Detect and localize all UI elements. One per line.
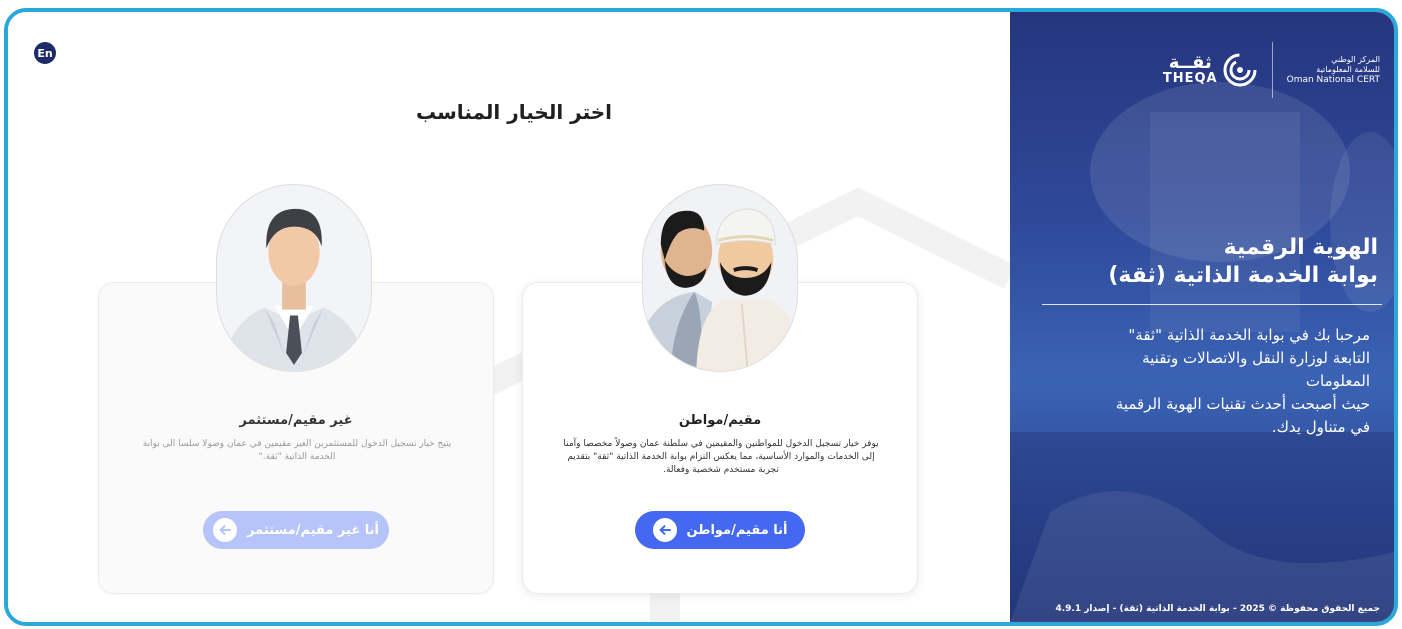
non-resident-card-title: غير مقيم/مستثمر xyxy=(239,413,353,428)
cert-logo-text: المركز الوطني للسلامة المعلوماتية Oman N… xyxy=(1287,55,1380,85)
cert-arabic-line-1: المركز الوطني xyxy=(1331,55,1380,64)
copyright-footer: جميع الحقوق محفوظة © 2025 - بوابة الخدمة… xyxy=(1055,604,1380,614)
cert-english-name: Oman National CERT xyxy=(1286,75,1380,85)
resident-login-button[interactable]: أنا مقيم/مواطن xyxy=(635,511,805,549)
theqa-logo: ثقــة THEQA xyxy=(1163,52,1258,88)
non-resident-card-description: يتيح خيار تسجيل الدخول للمستثمرين الغير … xyxy=(142,439,452,462)
language-toggle-button[interactable]: En xyxy=(34,42,56,64)
theqa-logo-icon xyxy=(1223,53,1257,87)
resident-card-description: يوفر خيار تسجيل الدخول للمواطنين والمقيم… xyxy=(563,439,879,475)
hero-description: مرحبا بك في بوابة الخدمة الذاتية "ثقة" ا… xyxy=(1040,324,1370,439)
hero-divider xyxy=(1042,304,1382,305)
arrow-left-icon xyxy=(652,518,677,542)
hero-desc-line-5: في متناول يدك. xyxy=(1271,418,1370,436)
theqa-logo-arabic: ثقــة xyxy=(1168,52,1212,73)
palace-background-image xyxy=(1010,82,1394,622)
resident-card-title: مقيم/مواطن xyxy=(678,413,762,428)
cert-arabic-line-2: للسلامة المعلوماتية xyxy=(1316,65,1380,74)
hero-desc-line-1: مرحبا بك في بوابة الخدمة الذاتية "ثقة" xyxy=(1128,326,1370,344)
hero-desc-line-3: المعلومات xyxy=(1305,372,1370,390)
resident-login-button-label: أنا مقيم/مواطن xyxy=(686,522,788,538)
logo-row: ثقــة THEQA المركز الوطني للسلامة المعلو… xyxy=(1163,42,1380,98)
main-panel: En اختر الخيار المناسب مقيم/مواطن يوفر خ… xyxy=(8,12,1010,622)
non-resident-login-button[interactable]: أنا غير مقيم/مستثمر xyxy=(203,511,389,549)
hero-title-line-1: الهوية الرقمية xyxy=(1223,235,1378,260)
hero-title-line-2: بوابة الخدمة الذاتية (ثقة) xyxy=(1108,263,1378,288)
logo-divider xyxy=(1271,42,1273,98)
hero-desc-line-4: حيث أصبحت أحدث تقنيات الهوية الرقمية xyxy=(1115,395,1370,413)
sidebar-panel: ثقــة THEQA المركز الوطني للسلامة المعلو… xyxy=(1010,12,1394,622)
hero-desc-line-2: التابعة لوزارة النقل والاتصالات وتقنية xyxy=(1142,349,1370,367)
page-title: اختر الخيار المناسب xyxy=(415,100,613,124)
arrow-left-icon xyxy=(213,518,238,542)
hero-title: الهوية الرقمية بوابة الخدمة الذاتية (ثقة… xyxy=(1038,234,1378,290)
app-frame: En اختر الخيار المناسب مقيم/مواطن يوفر خ… xyxy=(4,8,1398,626)
non-resident-avatar-illustration xyxy=(216,184,372,372)
theqa-logo-english: THEQA xyxy=(1162,71,1218,86)
non-resident-login-button-label: أنا غير مقيم/مستثمر xyxy=(247,522,379,538)
resident-avatar-illustration xyxy=(642,184,798,372)
